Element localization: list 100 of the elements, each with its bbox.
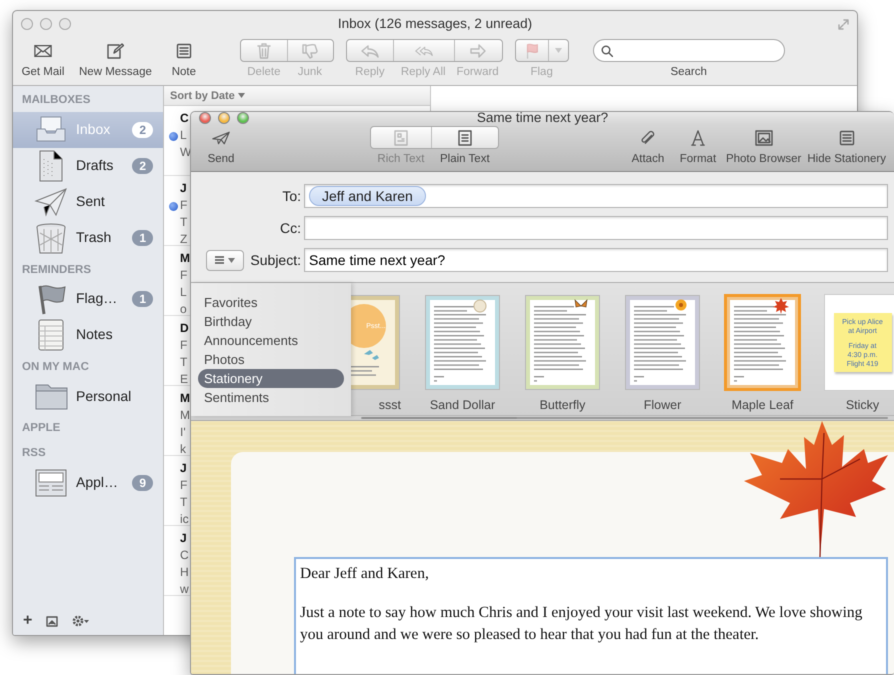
sidebar-item[interactable]: Flag… 1 [13, 280, 163, 317]
photo-icon [754, 130, 773, 146]
recipient-token[interactable]: Jeff and Karen [309, 186, 426, 206]
thumbnail-label: Sticky [846, 397, 880, 414]
message-text: F [180, 477, 188, 494]
message-text: C [180, 110, 189, 128]
add-button[interactable]: + [23, 613, 32, 629]
section-heading: APPLE [21, 421, 62, 436]
header-options-button[interactable] [206, 250, 244, 271]
message-text: D [180, 320, 189, 338]
thumbnail-label: Butterfly [540, 397, 586, 414]
sidebar-item[interactable]: Sent [13, 184, 163, 220]
thumbnail-label: Sand Dollar [430, 397, 496, 414]
stationery-icon [838, 130, 856, 146]
toolbar-label: Note [172, 65, 196, 80]
trash-icon [254, 42, 273, 58]
cc-field[interactable] [304, 216, 888, 240]
sidebar-item[interactable]: Drafts 2 [13, 148, 163, 184]
envelope-icon [34, 42, 52, 58]
toolbar-label: Send [208, 152, 234, 167]
subject-field[interactable]: Same time next year? [304, 248, 888, 272]
window-title: Inbox (126 messages, 2 unread) [338, 16, 532, 31]
thumbnail-label: Maple Leaf [732, 397, 794, 414]
toolbar-label: Reply [354, 65, 386, 80]
field-label: Subject: [250, 250, 301, 270]
close-button[interactable] [21, 18, 33, 30]
stationery-thumbnail[interactable] [524, 294, 601, 392]
letter-a-icon [688, 130, 707, 146]
message-text: J [180, 180, 187, 198]
count-badge: 1 [132, 230, 153, 246]
toolbar-label: Delete [246, 65, 282, 80]
document-icon [456, 130, 474, 146]
toolbar-label: Hide Stationery [807, 152, 886, 167]
message-text: T [180, 494, 188, 512]
greeting-text: Dear Jeff and Karen, [300, 564, 430, 584]
caret-icon [554, 48, 562, 53]
sidebar-item[interactable]: Notes [13, 316, 163, 353]
toolbar-label: New Message [79, 65, 152, 80]
message-text: k [180, 441, 186, 458]
list-icon [215, 256, 224, 264]
toolbar-label: Plain Text [438, 152, 491, 167]
count-badge: 1 [132, 290, 153, 307]
section-heading: RSS [21, 446, 47, 462]
message-text: ic [180, 511, 189, 528]
paperclip-icon [638, 130, 657, 146]
message-text: C [180, 547, 189, 564]
sidebar-item[interactable]: Trash 1 [13, 220, 163, 256]
flag-menu-button[interactable] [514, 39, 569, 62]
fullscreen-icon[interactable] [838, 19, 849, 30]
to-field[interactable]: Jeff and Karen [304, 184, 888, 208]
minimize-button[interactable] [40, 18, 52, 30]
message-text: I' [180, 424, 186, 442]
window-title: Same time next year? [476, 112, 608, 125]
message-text: H [180, 564, 189, 582]
toolbar-label: Format [680, 152, 716, 167]
toolbar-label: Reply All [400, 65, 447, 80]
section-heading: MAILBOXES [21, 93, 92, 108]
message-text: J [180, 460, 187, 478]
toolbar-label: Flag [530, 65, 553, 80]
message-text: L [180, 127, 187, 144]
message-text: o [180, 301, 187, 318]
sort-menu[interactable]: Sort by Date [164, 86, 430, 106]
message-text: M [180, 407, 190, 424]
trash-icon [34, 220, 68, 254]
message-text: M [180, 250, 190, 268]
sidebar-item[interactable]: Appl… 9 [13, 464, 163, 500]
toolbar-label: Junk [296, 65, 324, 80]
section-heading: ON MY MAC [21, 360, 90, 375]
zoom-button[interactable] [237, 112, 249, 124]
thumbnail-label: Flower [644, 397, 682, 414]
section-heading: REMINDERS [21, 262, 92, 278]
category-item[interactable]: Stationery [198, 369, 344, 388]
message-text: E [180, 371, 188, 388]
field-label: Cc: [280, 218, 301, 238]
toolbar-label: Get Mail [22, 65, 64, 80]
gear-icon[interactable] [72, 615, 90, 627]
reply-icon [360, 42, 379, 58]
document-icon [392, 130, 410, 146]
forward-arrow-icon [469, 42, 488, 58]
message-text: J [180, 530, 187, 548]
stationery-thumbnail[interactable] [424, 294, 501, 392]
search-field[interactable] [592, 39, 785, 62]
toolbar-label: Search [670, 65, 707, 80]
message-text: T [180, 354, 188, 372]
photo-icon[interactable] [46, 616, 58, 626]
message-text: F [180, 337, 188, 354]
message-body-field[interactable]: Dear Jeff and Karen, Just a note to say how much Chris and I enjoyed your visit last weekend. We love showing you around and we were so pleased to hear that you had fun at the theater. [294, 557, 888, 674]
caret-icon [228, 258, 236, 263]
sidebar-item[interactable]: Personal [13, 378, 163, 414]
zoom-button[interactable] [59, 18, 71, 30]
stationery-thumbnail[interactable] [624, 294, 701, 392]
count-badge: 2 [132, 122, 153, 138]
message-text: T [180, 214, 188, 232]
toolbar-label: Attach [632, 152, 664, 167]
scrollbar-thumb[interactable] [362, 417, 517, 419]
stationery-thumbnail[interactable] [724, 294, 801, 392]
close-button[interactable] [199, 112, 211, 124]
count-badge: 2 [132, 158, 153, 174]
toolbar-label: Rich Text [376, 152, 426, 167]
minimize-button[interactable] [218, 112, 230, 124]
